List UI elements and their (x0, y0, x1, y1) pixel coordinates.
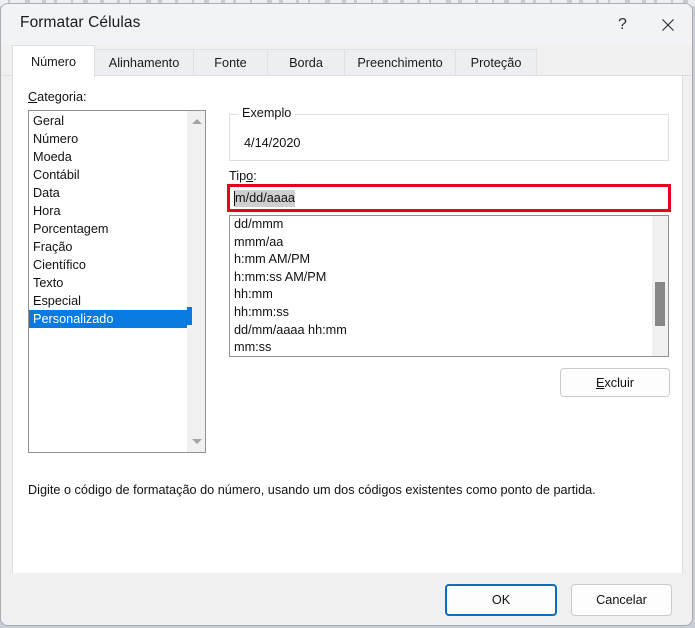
category-item-label: Hora (33, 204, 61, 218)
tab-numero[interactable]: Número (12, 45, 95, 77)
category-item[interactable]: Número (29, 130, 189, 148)
format-scrollbar-thumb[interactable] (655, 282, 665, 326)
format-code-item[interactable]: dd/mm/aaaa hh:mm (230, 322, 650, 340)
close-button[interactable] (645, 4, 690, 45)
hint-text: Digite o código de formatação do número,… (28, 483, 596, 497)
category-scroll-down-button[interactable] (188, 433, 205, 450)
category-item-label: Personalizado (33, 312, 114, 326)
type-input-highlight: m/dd/aaaa (227, 184, 671, 212)
format-item-container: dd/mmm mmm/aa h:mm AM/PM h:mm:ss AM/PM hh:mm… (230, 216, 650, 356)
triangle-down-icon (191, 439, 202, 444)
format-cells-dialog: Formatar Células ? Número Alinhamento Font… (0, 3, 693, 626)
question-mark-icon: ? (618, 15, 627, 33)
category-scroll-up-button[interactable] (188, 113, 205, 130)
ok-button[interactable]: OK (445, 584, 557, 616)
tab-alinhamento[interactable]: Alinhamento (94, 49, 194, 76)
example-value: 4/14/2020 (244, 136, 301, 150)
category-item-label: Científico (33, 258, 86, 272)
triangle-up-icon (191, 119, 202, 124)
tab-protecao[interactable]: Proteção (455, 49, 537, 76)
category-item-label: Geral (33, 114, 65, 128)
category-scrollbar[interactable] (187, 111, 205, 452)
example-legend: Exemplo (238, 106, 296, 120)
close-icon (661, 18, 674, 31)
category-item[interactable]: Especial (29, 292, 189, 310)
tab-content-numero: Categoria: Geral Número Moeda Contábil Data H… (12, 76, 683, 574)
format-code-item[interactable]: dd/mmm (230, 216, 650, 234)
delete-button-accel: E (595, 375, 605, 390)
tab-label: Proteção (470, 56, 522, 70)
tab-label: Borda (289, 56, 323, 70)
category-item[interactable]: Personalizado (29, 310, 189, 328)
category-item-label: Porcentagem (33, 222, 109, 236)
category-item-label: Contábil (33, 168, 80, 182)
category-item[interactable]: Texto (29, 274, 189, 292)
type-label: Tipo: (229, 169, 257, 183)
category-item[interactable]: Data (29, 184, 189, 202)
category-item-container: Geral Número Moeda Contábil Data Hora Porcenta… (29, 112, 189, 328)
category-item-label: Texto (33, 276, 64, 290)
category-item-label: Número (33, 132, 79, 146)
type-input-selected-text: m/dd/aaaa (234, 190, 295, 207)
category-label: Categoria: (28, 90, 87, 104)
format-code-item[interactable]: mm:ss (230, 339, 650, 356)
tab-label: Preenchimento (357, 56, 443, 70)
format-scrollbar[interactable] (652, 216, 668, 356)
category-item[interactable]: Hora (29, 202, 189, 220)
format-code-item[interactable]: h:mm:ss AM/PM (230, 269, 650, 287)
format-code-item[interactable]: h:mm AM/PM (230, 251, 650, 269)
category-label-text: ategoria: (37, 90, 87, 104)
category-item[interactable]: Geral (29, 112, 189, 130)
dialog-title: Formatar Células (20, 14, 141, 31)
category-item-label: Fração (33, 240, 73, 254)
format-code-item[interactable]: hh:mm (230, 286, 650, 304)
format-codes-listbox[interactable]: dd/mmm mmm/aa h:mm AM/PM h:mm:ss AM/PM hh:mm… (229, 215, 669, 357)
format-code-item[interactable]: hh:mm:ss (230, 304, 650, 322)
tab-fonte[interactable]: Fonte (193, 49, 268, 76)
category-label-accel: C (28, 90, 38, 104)
tab-preenchimento[interactable]: Preenchimento (344, 49, 456, 76)
dialog-titlebar: Formatar Células ? (1, 4, 692, 45)
tab-label: Alinhamento (108, 56, 180, 70)
category-item[interactable]: Contábil (29, 166, 189, 184)
category-item-label: Especial (33, 294, 81, 308)
text-caret (234, 191, 235, 206)
type-label-prefix: Tip (229, 169, 247, 183)
type-input[interactable] (230, 187, 668, 209)
category-item[interactable]: Porcentagem (29, 220, 189, 238)
tab-label: Fonte (214, 56, 247, 70)
delete-button-suffix: xcluir (604, 375, 635, 390)
type-label-suffix: : (253, 169, 257, 183)
category-item-label: Data (33, 186, 60, 200)
tab-strip-underline (1, 75, 692, 76)
category-item[interactable]: Científico (29, 256, 189, 274)
dialog-footer: OK Cancelar (1, 573, 692, 625)
tab-label: Número (30, 54, 77, 69)
format-code-item[interactable]: mmm/aa (230, 234, 650, 252)
category-item[interactable]: Fração (29, 238, 189, 256)
category-listbox[interactable]: Geral Número Moeda Contábil Data Hora Porcenta… (28, 110, 206, 453)
tab-strip: Número Alinhamento Fonte Borda Preenchimento… (1, 45, 692, 77)
category-item-label: Moeda (33, 150, 72, 164)
help-button[interactable]: ? (600, 4, 645, 45)
category-selection-marker (187, 307, 192, 325)
delete-button[interactable]: Excluir (560, 368, 670, 397)
tab-borda[interactable]: Borda (267, 49, 345, 76)
cancel-button[interactable]: Cancelar (571, 584, 672, 616)
category-item[interactable]: Moeda (29, 148, 189, 166)
